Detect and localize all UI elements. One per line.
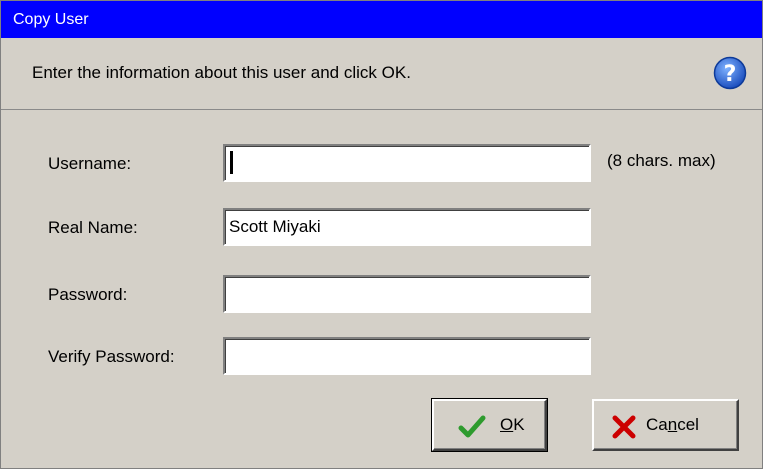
password-label: Password: — [48, 285, 128, 304]
verify-password-label: Verify Password: — [48, 347, 175, 366]
svg-text:?: ? — [724, 62, 737, 87]
ok-mnemonic: O — [500, 415, 514, 434]
password-input[interactable] — [223, 275, 591, 313]
username-input[interactable] — [223, 144, 591, 182]
verify-password-input[interactable] — [223, 337, 591, 375]
cancel-label-prefix: Ca — [646, 415, 668, 434]
username-label: Username: — [48, 154, 132, 173]
cancel-button-label: Cancel — [646, 415, 699, 435]
ok-button-label: OK — [500, 415, 525, 435]
question-circle-icon[interactable]: ? — [713, 56, 747, 90]
copy-user-dialog: Copy User Enter the information about th… — [0, 0, 763, 469]
cancel-button[interactable]: Cancel — [592, 399, 739, 451]
ok-button[interactable]: OK — [431, 398, 548, 452]
ok-label-rest: K — [513, 415, 525, 434]
username-hint: (8 chars. max) — [607, 151, 716, 170]
checkmark-icon — [458, 415, 486, 438]
title-bar[interactable]: Copy User — [1, 1, 762, 38]
text-caret — [230, 151, 233, 174]
real-name-label: Real Name: — [48, 218, 138, 237]
cancel-mnemonic: n — [667, 415, 678, 434]
real-name-input[interactable] — [223, 208, 591, 246]
instruction-text: Enter the information about this user an… — [32, 63, 411, 82]
dialog-title: Copy User — [13, 11, 89, 28]
cancel-label-rest: cel — [677, 415, 699, 434]
dialog-header: Enter the information about this user an… — [1, 38, 762, 110]
x-mark-icon — [612, 415, 636, 439]
